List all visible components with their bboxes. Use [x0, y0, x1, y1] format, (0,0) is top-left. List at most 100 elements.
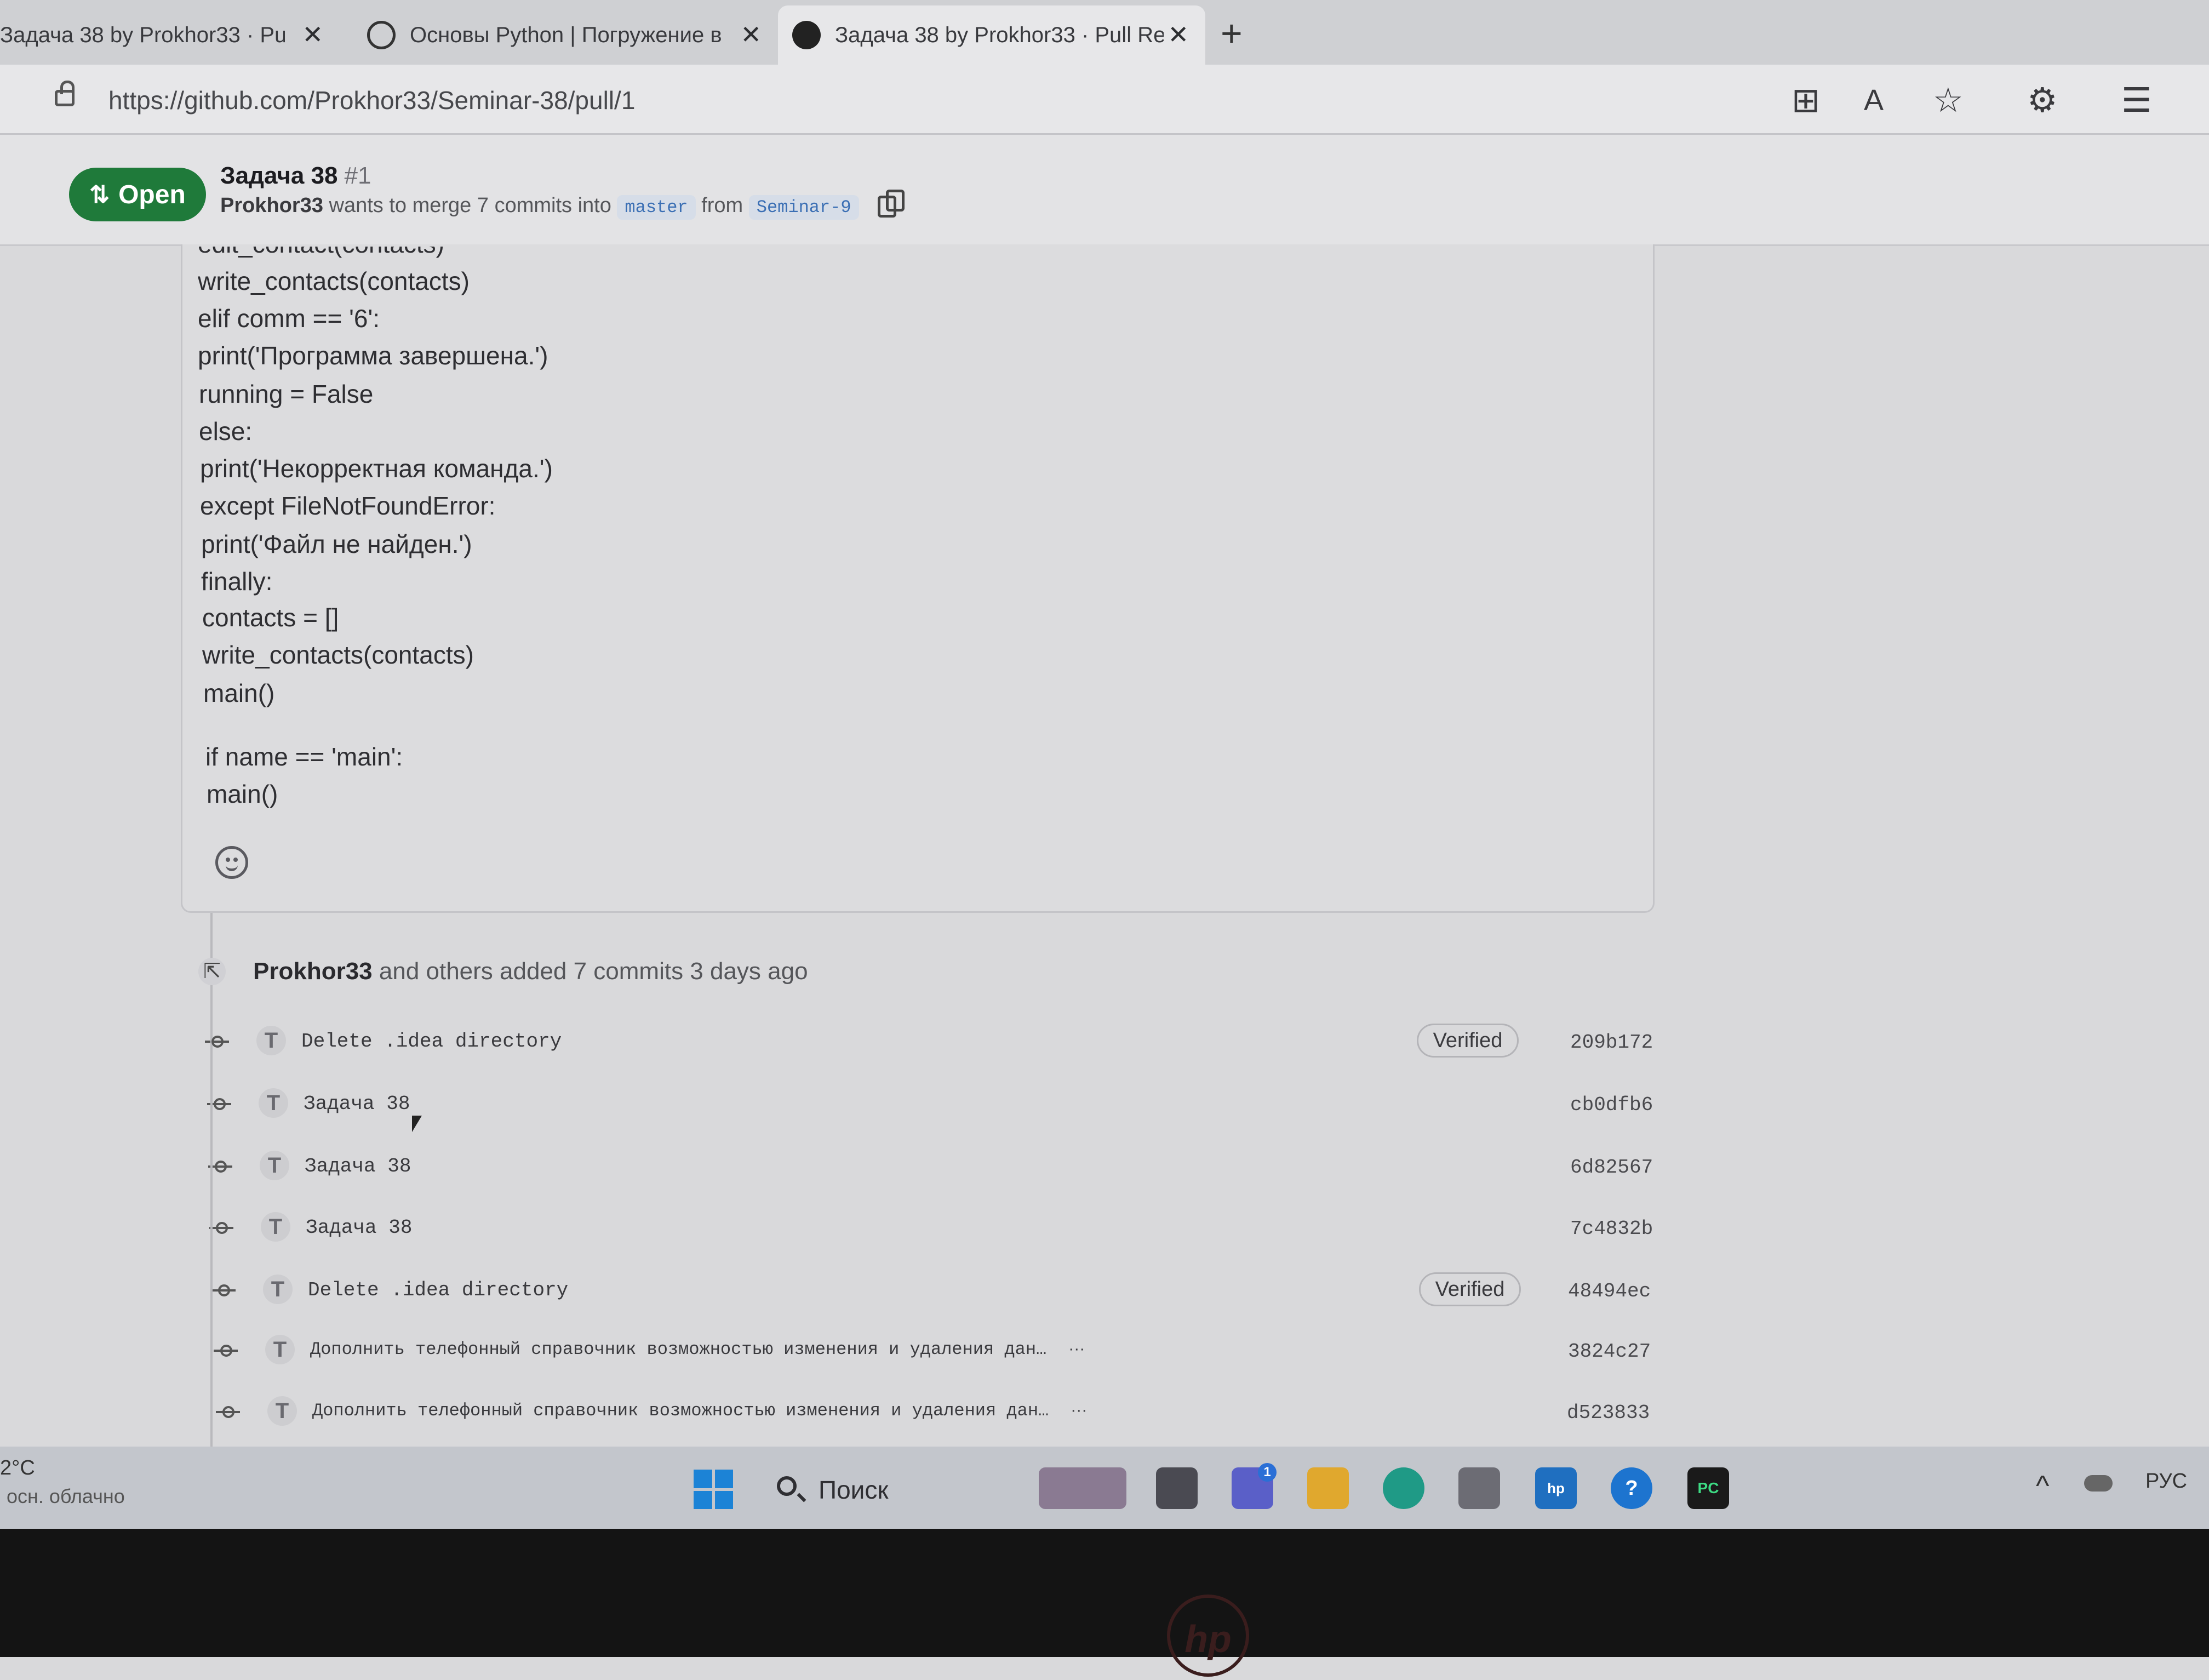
lock-icon[interactable] [55, 81, 75, 106]
hp-logo: hp [1167, 1595, 1249, 1677]
code-line: contacts = [] [202, 603, 339, 632]
browser-tab-bar: Задача 38 by Prokhor33 · Pull Re ✕ Основ… [0, 0, 2209, 65]
commit-sha-link[interactable]: 3824c27 [1568, 1340, 1651, 1363]
code-line: except FileNotFoundError: [200, 492, 496, 520]
status-label: Open [118, 180, 186, 209]
extensions-icon[interactable]: ⚙ [2027, 80, 2058, 120]
avatar[interactable]: T [259, 1088, 288, 1118]
tab-title: Задача 38 by Prokhor33 · Pull Re [0, 22, 285, 47]
verified-badge[interactable]: Verified [1419, 1272, 1521, 1306]
code-line: write_contacts(contacts) [202, 641, 474, 669]
help-icon[interactable]: ? [1611, 1467, 1652, 1509]
edge-browser-icon[interactable] [1383, 1467, 1424, 1509]
pr-title-text: Задача 38 [220, 162, 338, 189]
commits-author-link[interactable]: Prokhor33 [253, 958, 373, 985]
task-view-icon[interactable] [1156, 1467, 1198, 1509]
commit-sha-link[interactable]: 6d82567 [1570, 1156, 1653, 1179]
onedrive-icon[interactable] [2084, 1475, 2113, 1492]
url-field[interactable]: https://github.com/Prokhor33/Seminar-38/… [108, 85, 635, 115]
close-icon[interactable]: ✕ [1168, 20, 1189, 49]
expand-message-button[interactable]: ··· [1068, 1340, 1085, 1358]
favorite-star-icon[interactable]: ☆ [1933, 80, 1964, 120]
file-explorer-icon[interactable] [1307, 1467, 1349, 1509]
pr-author-link[interactable]: Prokhor33 [220, 194, 323, 217]
chevron-up-icon[interactable]: ^ [2036, 1470, 2049, 1502]
commit-icon [216, 1406, 240, 1418]
widgets-flowers-icon[interactable] [1039, 1467, 1126, 1509]
avatar[interactable]: T [265, 1335, 295, 1364]
myhp-icon[interactable]: hp [1535, 1467, 1577, 1509]
expand-message-button[interactable]: ··· [1071, 1401, 1087, 1419]
pycharm-icon[interactable]: PC [1687, 1467, 1729, 1509]
close-icon[interactable]: ✕ [740, 20, 762, 49]
favorites-list-icon[interactable]: ☰ [2121, 80, 2152, 120]
verified-badge[interactable]: Verified [1417, 1024, 1519, 1058]
code-line: print('Некорректная команда.') [200, 454, 553, 483]
commit-sha-link[interactable]: 48494ec [1568, 1280, 1651, 1302]
read-aloud-icon[interactable]: A [1864, 83, 1884, 117]
code-line: running = False [199, 380, 374, 408]
commit-icon [211, 1284, 236, 1296]
pr-merge-summary: Prokhor33 wants to merge 7 commits into … [220, 189, 905, 220]
commit-message-link[interactable]: Дополнить телефонный справочник возможно… [310, 1339, 1085, 1359]
tab-python-course[interactable]: Основы Python | Погружение в ✕ [351, 5, 778, 65]
commit-icon [205, 1036, 229, 1048]
commit-message-link[interactable]: Delete .idea directory [308, 1279, 568, 1301]
base-branch[interactable]: master [617, 195, 696, 220]
weather-description[interactable]: осн. облачно [7, 1485, 125, 1508]
commit-message-link[interactable]: Delete .idea directory [301, 1030, 562, 1053]
code-line: finally: [201, 567, 273, 596]
chat-icon[interactable]: 1 [1232, 1463, 1277, 1509]
commit-row: T Задача 38 6d82567 [201, 1139, 1658, 1193]
windows-start-icon[interactable] [694, 1470, 733, 1509]
copy-icon[interactable] [878, 189, 905, 218]
commit-message-link[interactable]: Дополнить телефонный справочник возможно… [312, 1401, 1087, 1421]
avatar[interactable]: T [256, 1026, 286, 1055]
taskbar-search[interactable]: Поиск [772, 1472, 981, 1510]
commit-message-link[interactable]: Задача 38 [306, 1216, 412, 1239]
commit-sha-link[interactable]: 209b172 [1570, 1031, 1653, 1054]
code-line: print('Файл не найден.') [201, 530, 472, 558]
apps-icon[interactable]: ⊞ [1792, 80, 1820, 120]
commit-row: T Дополнить телефонный справочник возмож… [208, 1384, 1666, 1439]
add-reaction-icon[interactable] [215, 846, 248, 879]
code-line: main() [203, 679, 275, 707]
store-icon[interactable] [1458, 1467, 1500, 1509]
commit-sha-link[interactable]: cb0dfb6 [1570, 1094, 1653, 1116]
commit-message-text: Дополнить телефонный справочник возможно… [310, 1339, 1047, 1359]
commit-row: T Delete .idea directory Verified 48494e… [204, 1262, 1661, 1317]
push-icon: ⇱ [198, 958, 226, 985]
commit-icon [209, 1222, 233, 1234]
commit-sha-link[interactable]: d523833 [1567, 1402, 1650, 1424]
search-icon [777, 1476, 797, 1496]
tab-title: Задача 38 by Prokhor33 · Pull Re [835, 22, 1164, 47]
github-icon [792, 21, 821, 49]
avatar[interactable]: T [267, 1396, 297, 1426]
code-line: if name == 'main': [205, 742, 403, 771]
page-title: Задача 38 #1 [220, 162, 371, 190]
language-indicator[interactable]: РУС [2145, 1470, 2187, 1493]
tab-pull-request-1[interactable]: Задача 38 by Prokhor33 · Pull Re ✕ [0, 5, 340, 65]
mouse-cursor [412, 1116, 422, 1132]
commit-icon [207, 1098, 231, 1110]
close-icon[interactable]: ✕ [302, 20, 323, 49]
avatar[interactable]: T [261, 1212, 290, 1242]
commit-message-link[interactable]: Задача 38 [304, 1093, 410, 1115]
commit-message-text: Дополнить телефонный справочник возможно… [312, 1401, 1049, 1421]
tab-pull-request-active[interactable]: Задача 38 by Prokhor33 · Pull Re ✕ [778, 5, 1205, 65]
commit-sha-link[interactable]: 7c4832b [1570, 1218, 1653, 1240]
commit-icon [214, 1345, 238, 1357]
head-branch[interactable]: Seminar-9 [748, 195, 859, 220]
comment-body: edit_contact(contacts) write_contacts(co… [181, 244, 1655, 913]
merge-text: wants to merge 7 commits into [329, 194, 611, 217]
taskbar: 2°C осн. облачно Поиск 1 hp ? PC ^ РУС [0, 1447, 2209, 1529]
chatgpt-icon [367, 21, 396, 49]
pr-header: ⇅ Open Задача 38 #1 Prokhor33 wants to me… [0, 135, 2209, 246]
avatar[interactable]: T [260, 1151, 289, 1180]
new-tab-button[interactable]: + [1221, 12, 1243, 55]
avatar[interactable]: T [263, 1275, 293, 1304]
weather-temperature[interactable]: 2°C [0, 1456, 35, 1480]
code-line: write_contacts(contacts) [198, 267, 470, 295]
code-line: main() [207, 780, 278, 808]
commit-message-link[interactable]: Задача 38 [305, 1155, 411, 1178]
